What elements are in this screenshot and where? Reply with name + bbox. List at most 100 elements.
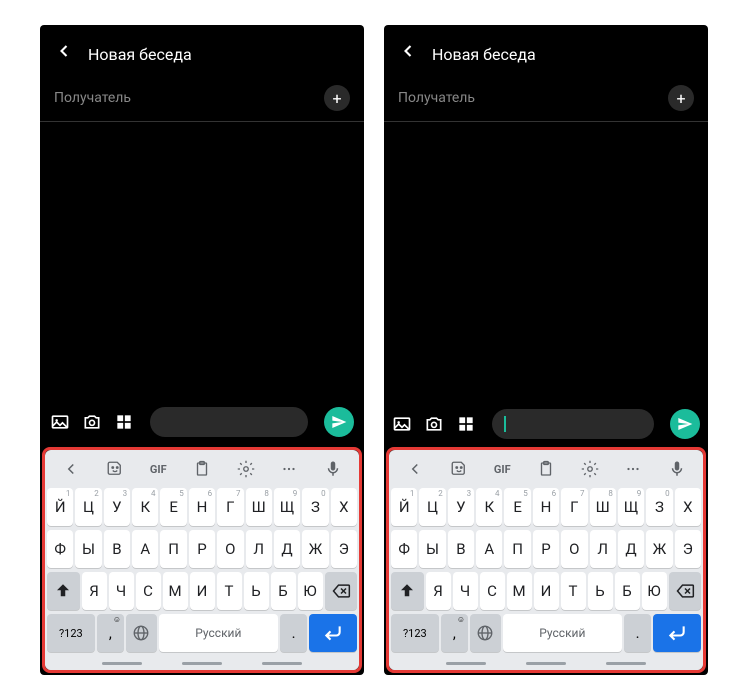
key-М[interactable]: М — [507, 572, 532, 610]
key-Ц[interactable]: Ц2 — [75, 488, 101, 526]
key-К[interactable]: К4 — [476, 488, 502, 526]
key-Щ[interactable]: Щ9 — [618, 488, 644, 526]
key-А[interactable]: А — [132, 530, 158, 568]
key-Ы[interactable]: Ы — [75, 530, 101, 568]
key-О[interactable]: О — [217, 530, 243, 568]
space-key[interactable]: Русский — [159, 614, 278, 652]
more-icon[interactable] — [612, 456, 656, 482]
key-В[interactable]: В — [448, 530, 474, 568]
chevron-left-icon[interactable] — [49, 456, 93, 482]
key-Д[interactable]: Д — [274, 530, 300, 568]
gallery-icon[interactable] — [50, 412, 70, 432]
key-Щ[interactable]: Щ9 — [274, 488, 300, 526]
key-Г[interactable]: Г7 — [217, 488, 243, 526]
recipient-placeholder[interactable]: Получатель — [398, 90, 475, 106]
key-И[interactable]: И — [190, 572, 215, 610]
key-Л[interactable]: Л — [246, 530, 272, 568]
clipboard-icon[interactable] — [524, 456, 568, 482]
gif-button[interactable]: GIF — [480, 456, 524, 482]
key-Ь[interactable]: Ь — [244, 572, 269, 610]
key-З[interactable]: З0 — [646, 488, 672, 526]
key-Д[interactable]: Д — [618, 530, 644, 568]
symbols-key[interactable]: ?123 — [391, 614, 439, 652]
key-Я[interactable]: Я — [426, 572, 451, 610]
back-icon[interactable] — [398, 41, 418, 67]
space-key[interactable]: Русский — [503, 614, 622, 652]
gear-icon[interactable] — [568, 456, 612, 482]
shift-key[interactable] — [391, 572, 424, 610]
message-input[interactable] — [150, 407, 308, 437]
sticker-icon[interactable] — [93, 456, 137, 482]
key-Б[interactable]: Б — [615, 572, 640, 610]
period-key[interactable]: . — [624, 614, 651, 652]
key-Ш[interactable]: Ш8 — [246, 488, 272, 526]
key-Б[interactable]: Б — [271, 572, 296, 610]
key-Х[interactable]: Х — [675, 488, 701, 526]
key-Н[interactable]: Н6 — [189, 488, 215, 526]
add-recipient-button[interactable]: + — [668, 85, 694, 111]
enter-key[interactable] — [309, 614, 357, 652]
key-Е[interactable]: Е5 — [504, 488, 530, 526]
mic-icon[interactable] — [311, 456, 355, 482]
key-Я[interactable]: Я — [82, 572, 107, 610]
key-Ч[interactable]: Ч — [109, 572, 134, 610]
add-recipient-button[interactable]: + — [324, 85, 350, 111]
apps-icon[interactable] — [456, 414, 476, 434]
key-П[interactable]: П — [504, 530, 530, 568]
gear-icon[interactable] — [224, 456, 268, 482]
key-Э[interactable]: Э — [331, 530, 357, 568]
key-Ь[interactable]: Ь — [588, 572, 613, 610]
camera-icon[interactable] — [82, 412, 102, 432]
key-З[interactable]: З0 — [302, 488, 328, 526]
shift-key[interactable] — [47, 572, 80, 610]
key-М[interactable]: М — [163, 572, 188, 610]
message-input[interactable] — [492, 409, 654, 439]
symbols-key[interactable]: ?123 — [47, 614, 95, 652]
send-button[interactable] — [324, 407, 354, 437]
clipboard-icon[interactable] — [180, 456, 224, 482]
key-Ч[interactable]: Ч — [453, 572, 478, 610]
chevron-left-icon[interactable] — [393, 456, 437, 482]
recipient-placeholder[interactable]: Получатель — [54, 90, 131, 106]
key-Р[interactable]: Р — [533, 530, 559, 568]
key-Ю[interactable]: Ю — [298, 572, 323, 610]
back-icon[interactable] — [54, 41, 74, 67]
globe-key[interactable] — [126, 614, 157, 652]
key-Ф[interactable]: Ф — [391, 530, 417, 568]
key-Т[interactable]: Т — [561, 572, 586, 610]
key-Й[interactable]: Й1 — [391, 488, 417, 526]
key-Ы[interactable]: Ы — [419, 530, 445, 568]
key-Т[interactable]: Т — [217, 572, 242, 610]
comma-key[interactable]: ,☺ — [97, 614, 124, 652]
key-Й[interactable]: Й1 — [47, 488, 73, 526]
key-Ж[interactable]: Ж — [302, 530, 328, 568]
period-key[interactable]: . — [280, 614, 307, 652]
apps-icon[interactable] — [114, 412, 134, 432]
enter-key[interactable] — [653, 614, 701, 652]
key-У[interactable]: У3 — [448, 488, 474, 526]
key-У[interactable]: У3 — [104, 488, 130, 526]
key-С[interactable]: С — [480, 572, 505, 610]
key-В[interactable]: В — [104, 530, 130, 568]
more-icon[interactable] — [268, 456, 312, 482]
key-Ф[interactable]: Ф — [47, 530, 73, 568]
backspace-key[interactable] — [669, 572, 702, 610]
key-Л[interactable]: Л — [590, 530, 616, 568]
key-О[interactable]: О — [561, 530, 587, 568]
key-С[interactable]: С — [136, 572, 161, 610]
key-И[interactable]: И — [534, 572, 559, 610]
key-Г[interactable]: Г7 — [561, 488, 587, 526]
key-Р[interactable]: Р — [189, 530, 215, 568]
key-Ш[interactable]: Ш8 — [590, 488, 616, 526]
key-А[interactable]: А — [476, 530, 502, 568]
key-Е[interactable]: Е5 — [160, 488, 186, 526]
key-Э[interactable]: Э — [675, 530, 701, 568]
key-Ж[interactable]: Ж — [646, 530, 672, 568]
key-К[interactable]: К4 — [132, 488, 158, 526]
key-Х[interactable]: Х — [331, 488, 357, 526]
key-Н[interactable]: Н6 — [533, 488, 559, 526]
comma-key[interactable]: ,☺ — [441, 614, 468, 652]
camera-icon[interactable] — [424, 414, 444, 434]
mic-icon[interactable] — [655, 456, 699, 482]
key-П[interactable]: П — [160, 530, 186, 568]
